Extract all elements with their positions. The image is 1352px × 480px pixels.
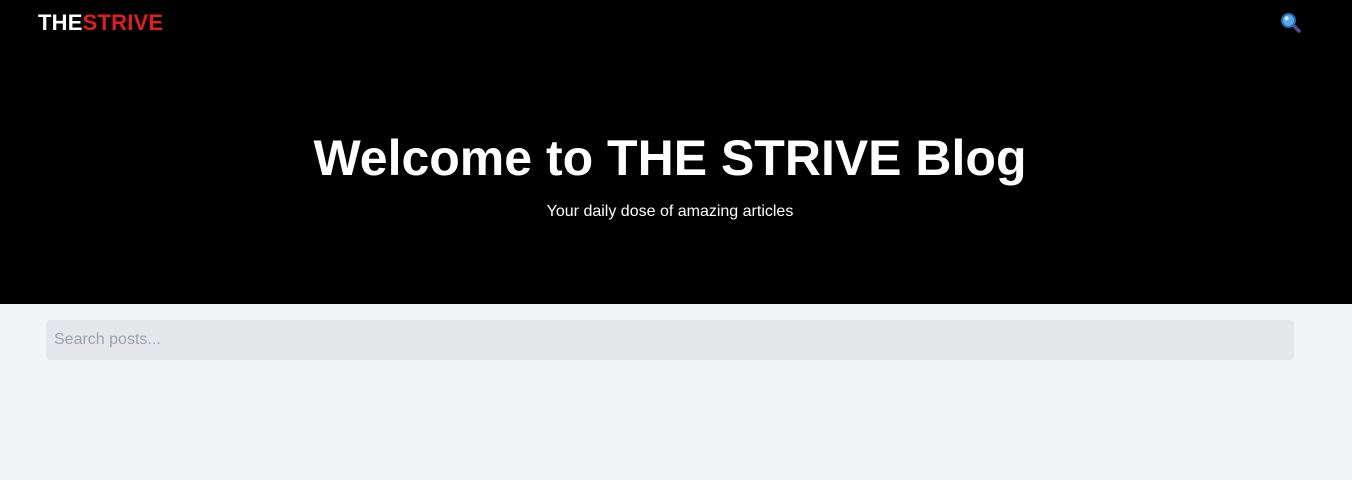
logo-text-strive: STRIVE (82, 10, 164, 35)
site-logo[interactable]: THESTRIVE (38, 10, 163, 36)
search-posts-input[interactable] (46, 320, 1294, 360)
search-icon[interactable] (1280, 12, 1302, 34)
hero-section: THESTRIVE Welcome to THE STRIVE Blog You… (0, 0, 1352, 304)
hero-title: Welcome to THE STRIVE Blog (313, 130, 1027, 186)
hero-subtitle: Your daily dose of amazing articles (546, 203, 794, 220)
main-content (0, 304, 1352, 480)
navbar: THESTRIVE (0, 0, 1352, 46)
logo-text-the: THE (38, 10, 83, 35)
